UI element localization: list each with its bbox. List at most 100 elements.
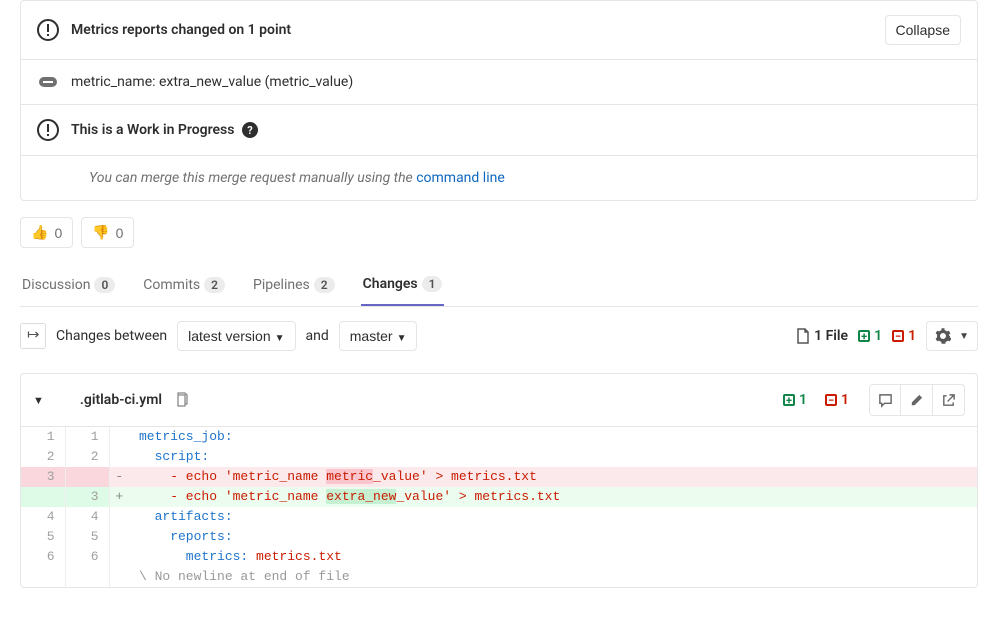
line-number-old: 3 — [21, 467, 65, 487]
metrics-header-row: Metrics reports changed on 1 point Colla… — [21, 1, 977, 60]
file-additions-stat: + 1 — [783, 392, 807, 408]
line-number-new: 4 — [65, 507, 109, 527]
warning-icon — [37, 19, 59, 41]
version-to-dropdown[interactable]: master▼ — [339, 321, 418, 351]
wip-row: This is a Work in Progress ? — [21, 105, 977, 156]
code-cell[interactable]: \ No newline at end of file — [129, 567, 977, 587]
minus-square-icon: − — [892, 330, 904, 342]
thumbs-up-count: 0 — [54, 225, 62, 241]
copy-path-icon[interactable] — [174, 392, 188, 408]
mr-tabs: Discussion 0 Commits 2 Pipelines 2 Chang… — [20, 264, 978, 307]
metrics-heading: Metrics reports changed on 1 point — [71, 22, 885, 38]
version-to-label: master — [350, 328, 393, 344]
gutter-sign: - — [109, 467, 129, 487]
comment-button[interactable] — [869, 384, 901, 416]
file-name: .gitlab-ci.yml — [80, 392, 162, 408]
table-row: 22 script: — [21, 447, 977, 467]
plus-square-icon: + — [783, 394, 795, 406]
chevron-down-icon: ▼ — [959, 331, 969, 342]
line-number-new — [65, 467, 109, 487]
neutral-icon — [39, 77, 57, 87]
tab-pipelines-badge: 2 — [314, 277, 335, 293]
code-cell[interactable]: reports: — [129, 527, 977, 547]
wip-heading: This is a Work in Progress ? — [71, 122, 961, 138]
code-cell[interactable]: metrics_job: — [129, 427, 977, 447]
gutter-sign: + — [109, 487, 129, 507]
table-row: 55 reports: — [21, 527, 977, 547]
gutter-sign — [109, 447, 129, 467]
thumbs-down-icon: 👎 — [92, 224, 109, 241]
file-count: 1 File — [796, 328, 848, 344]
line-number-old — [21, 487, 65, 507]
edit-button[interactable] — [901, 384, 933, 416]
file-count-text: 1 File — [814, 328, 848, 344]
line-number-new: 1 — [65, 427, 109, 447]
line-number-new — [65, 567, 109, 587]
tab-changes-badge: 1 — [422, 276, 443, 292]
file-deletions-stat: − 1 — [825, 392, 849, 408]
tab-changes[interactable]: Changes 1 — [361, 264, 445, 306]
code-cell[interactable]: script: — [129, 447, 977, 467]
metrics-item-row: metric_name: extra_new_value (metric_val… — [21, 60, 977, 105]
document-icon — [796, 328, 810, 344]
line-number-old — [21, 567, 65, 587]
code-cell[interactable]: artifacts: — [129, 507, 977, 527]
file-actions — [869, 384, 965, 416]
line-number-old: 6 — [21, 547, 65, 567]
tab-commits[interactable]: Commits 2 — [141, 264, 227, 306]
gutter-sign — [109, 527, 129, 547]
tab-pipelines-label: Pipelines — [253, 277, 310, 293]
line-number-new: 5 — [65, 527, 109, 547]
code-cell[interactable]: - echo 'metric_name metric_value' > metr… — [129, 467, 977, 487]
line-number-new: 6 — [65, 547, 109, 567]
thumbs-down-count: 0 — [116, 225, 124, 241]
version-from-dropdown[interactable]: latest version▼ — [177, 321, 295, 351]
thumbs-up-button[interactable]: 👍 0 — [20, 217, 73, 248]
diff-table: 11 metrics_job:22 script:3 - - echo 'metri… — [21, 427, 977, 587]
expand-icon[interactable] — [20, 323, 46, 349]
changes-toolbar: Changes between latest version▼ and mast… — [20, 307, 978, 365]
metrics-item: metric_name: extra_new_value (metric_val… — [71, 74, 961, 90]
line-number-old: 2 — [21, 447, 65, 467]
pencil-icon — [909, 393, 924, 408]
merge-hint-prefix: You can merge this merge request manuall… — [89, 170, 416, 186]
tab-discussion-label: Discussion — [22, 277, 90, 293]
thumbs-up-icon: 👍 — [31, 224, 48, 241]
plus-square-icon: + — [858, 330, 870, 342]
table-row: 3+ - echo 'metric_name extra_new_value' … — [21, 487, 977, 507]
collapse-file-toggle[interactable]: ▼ — [33, 394, 44, 407]
gutter-sign — [109, 567, 129, 587]
thumbs-down-button[interactable]: 👎 0 — [81, 217, 134, 248]
tab-pipelines[interactable]: Pipelines 2 — [251, 264, 337, 306]
version-from-label: latest version — [188, 328, 270, 344]
tab-commits-label: Commits — [143, 277, 200, 293]
tab-commits-badge: 2 — [204, 277, 225, 293]
table-row: 11 metrics_job: — [21, 427, 977, 447]
line-number-old: 5 — [21, 527, 65, 547]
merge-hint: You can merge this merge request manuall… — [21, 156, 977, 200]
tab-discussion[interactable]: Discussion 0 — [20, 264, 117, 306]
line-number-old: 4 — [21, 507, 65, 527]
metrics-panel: Metrics reports changed on 1 point Colla… — [20, 0, 978, 201]
external-link-button[interactable] — [933, 384, 965, 416]
code-cell[interactable]: - echo 'metric_name extra_new_value' > m… — [129, 487, 977, 507]
table-row: \ No newline at end of file — [21, 567, 977, 587]
settings-dropdown[interactable]: ▼ — [926, 321, 978, 351]
help-icon[interactable]: ? — [242, 122, 258, 138]
code-cell[interactable]: metrics: metrics.txt — [129, 547, 977, 567]
table-row: 66 metrics: metrics.txt — [21, 547, 977, 567]
gutter-sign — [109, 507, 129, 527]
wip-heading-text: This is a Work in Progress — [71, 122, 234, 138]
minus-square-icon: − — [825, 394, 837, 406]
deletions-count: 1 — [908, 328, 916, 344]
collapse-button[interactable]: Collapse — [885, 15, 961, 45]
gear-icon — [935, 328, 951, 344]
command-line-link[interactable]: command line — [416, 170, 505, 186]
line-number-old: 1 — [21, 427, 65, 447]
file-additions-count: 1 — [799, 392, 807, 408]
tab-discussion-badge: 0 — [94, 277, 115, 293]
comment-icon — [878, 393, 893, 408]
and-label: and — [306, 328, 329, 344]
deletions-stat: − 1 — [892, 328, 916, 344]
tab-changes-label: Changes — [363, 276, 418, 292]
